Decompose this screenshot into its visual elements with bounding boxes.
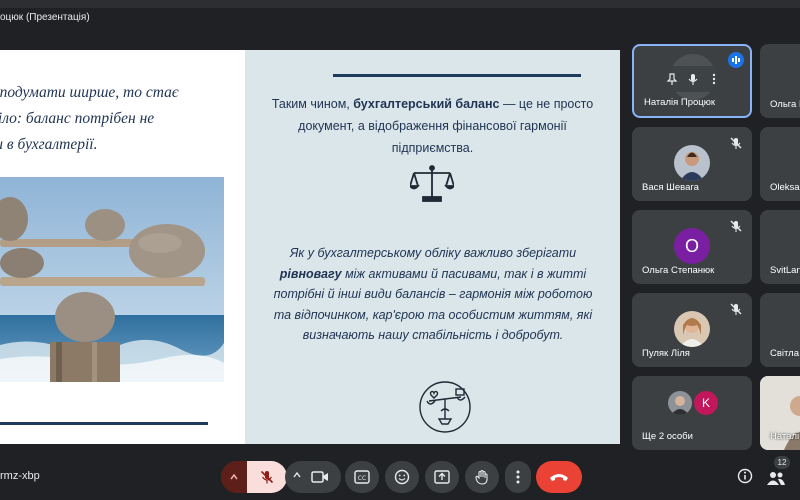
participant-tile[interactable]: Пуляк Ліля: [632, 293, 752, 367]
more-vert-icon: [516, 470, 520, 484]
closed-captions-icon: CC: [354, 470, 370, 484]
people-count-badge: 12: [774, 456, 790, 469]
participant-tile[interactable]: Oleksa: [760, 127, 800, 201]
emoji-icon: [394, 469, 410, 485]
mic-off-icon: [730, 303, 742, 315]
participant-tile[interactable]: Наталія Процюк: [632, 44, 752, 118]
chevron-up-icon: [230, 473, 238, 480]
work-life-balance-icon: [417, 381, 473, 433]
avatar: O: [674, 228, 710, 264]
mic-icon[interactable]: [687, 73, 699, 85]
mic-control-group: [221, 461, 287, 493]
participant-tile[interactable]: SvitLan: [760, 210, 800, 284]
videocam-icon: [311, 471, 328, 483]
people-icon: [767, 472, 785, 485]
participant-name: Ще 2 особи: [642, 431, 693, 442]
more-participants-tile[interactable]: K Ще 2 особи: [632, 376, 752, 450]
slide-quote: о подумати ширше, то стає міло: баланс п…: [0, 80, 228, 158]
people-button[interactable]: 12: [766, 456, 790, 488]
svg-text:CC: CC: [358, 475, 366, 482]
raise-hand-button[interactable]: [465, 461, 499, 493]
slide-paragraph-2: Як у бухгалтерському обліку важливо збер…: [265, 243, 601, 346]
participant-tile[interactable]: Світла: [760, 293, 800, 367]
participant-name: Вася Шевага: [642, 182, 699, 193]
meeting-info-button[interactable]: [737, 468, 753, 489]
participant-name: Наталі: [770, 431, 800, 442]
mic-off-icon: [260, 470, 274, 484]
camera-options-button[interactable]: [291, 469, 303, 481]
call-end-icon: [550, 474, 568, 481]
end-call-button[interactable]: [536, 461, 582, 493]
mic-off-icon: [730, 220, 742, 232]
meeting-code: rmz-xbp: [0, 470, 40, 482]
chevron-up-icon: [293, 471, 301, 478]
participant-tile[interactable]: Ольга Н: [760, 44, 800, 118]
present-to-all-icon: [434, 470, 450, 484]
para2-bold: рівновагу: [279, 266, 342, 281]
info-icon: [737, 468, 753, 484]
divider-line: [333, 74, 581, 77]
quote-line: о подумати ширше, то стає: [0, 84, 179, 101]
balancing-stones-photo: [0, 177, 224, 382]
avatar: [674, 311, 710, 347]
scales-icon: [408, 164, 456, 204]
participant-name: Наталія Процюк: [644, 97, 716, 108]
camera-toggle-button[interactable]: [311, 469, 329, 485]
top-strip: [0, 0, 800, 8]
para1-bold: бухгалтерський баланс: [353, 97, 500, 111]
tile-hover-controls: [656, 66, 730, 92]
pin-icon[interactable]: [666, 73, 678, 85]
slide-paragraph-1: Таким чином, бухгалтерський баланс — це …: [265, 93, 600, 159]
quote-line: міло: баланс потрібен не: [0, 110, 155, 127]
para1-prefix: Таким чином,: [271, 97, 354, 111]
present-screen-button[interactable]: [425, 461, 459, 493]
participant-name: SvitLan: [770, 265, 800, 276]
slide-right-panel: Таким чином, бухгалтерський баланс — це …: [245, 50, 620, 444]
reactions-button[interactable]: [385, 461, 419, 493]
mic-toggle-button[interactable]: [247, 461, 287, 493]
presenter-label: оцюк (Презентація): [0, 12, 90, 23]
mic-off-icon: [730, 137, 742, 149]
slide-left-panel: о подумати ширше, то стає міло: баланс п…: [0, 50, 245, 444]
quote-line: ки в бухгалтерії.: [0, 136, 98, 153]
participant-tile[interactable]: Наталі: [760, 376, 800, 450]
avatar: [674, 145, 710, 181]
presentation-slide: о подумати ширше, то стає міло: баланс п…: [0, 50, 620, 444]
para2-prefix: Як у бухгалтерському обліку важливо збер…: [289, 246, 577, 260]
hand-icon: [475, 469, 488, 485]
participant-tile[interactable]: O Ольга Степанюк: [632, 210, 752, 284]
participant-tile[interactable]: Вася Шевага: [632, 127, 752, 201]
camera-control-group: [285, 461, 341, 493]
more-options-button[interactable]: [505, 461, 531, 493]
participant-name: Ольга Н: [770, 99, 800, 110]
participant-name: Oleksa: [770, 182, 800, 193]
speaking-indicator-icon: [728, 52, 744, 68]
more-vert-icon[interactable]: [708, 73, 720, 85]
avatar: K: [694, 391, 718, 415]
mic-options-button[interactable]: [221, 461, 247, 493]
divider-line: [0, 422, 208, 425]
avatar: [668, 391, 692, 415]
meet-window: оцюк (Презентація) о подумати ширше, то …: [0, 0, 800, 500]
participant-name: Пуляк Ліля: [642, 348, 690, 359]
participant-name: Ольга Степанюк: [642, 265, 715, 276]
participant-name: Світла: [770, 348, 799, 359]
captions-button[interactable]: CC: [345, 461, 379, 493]
